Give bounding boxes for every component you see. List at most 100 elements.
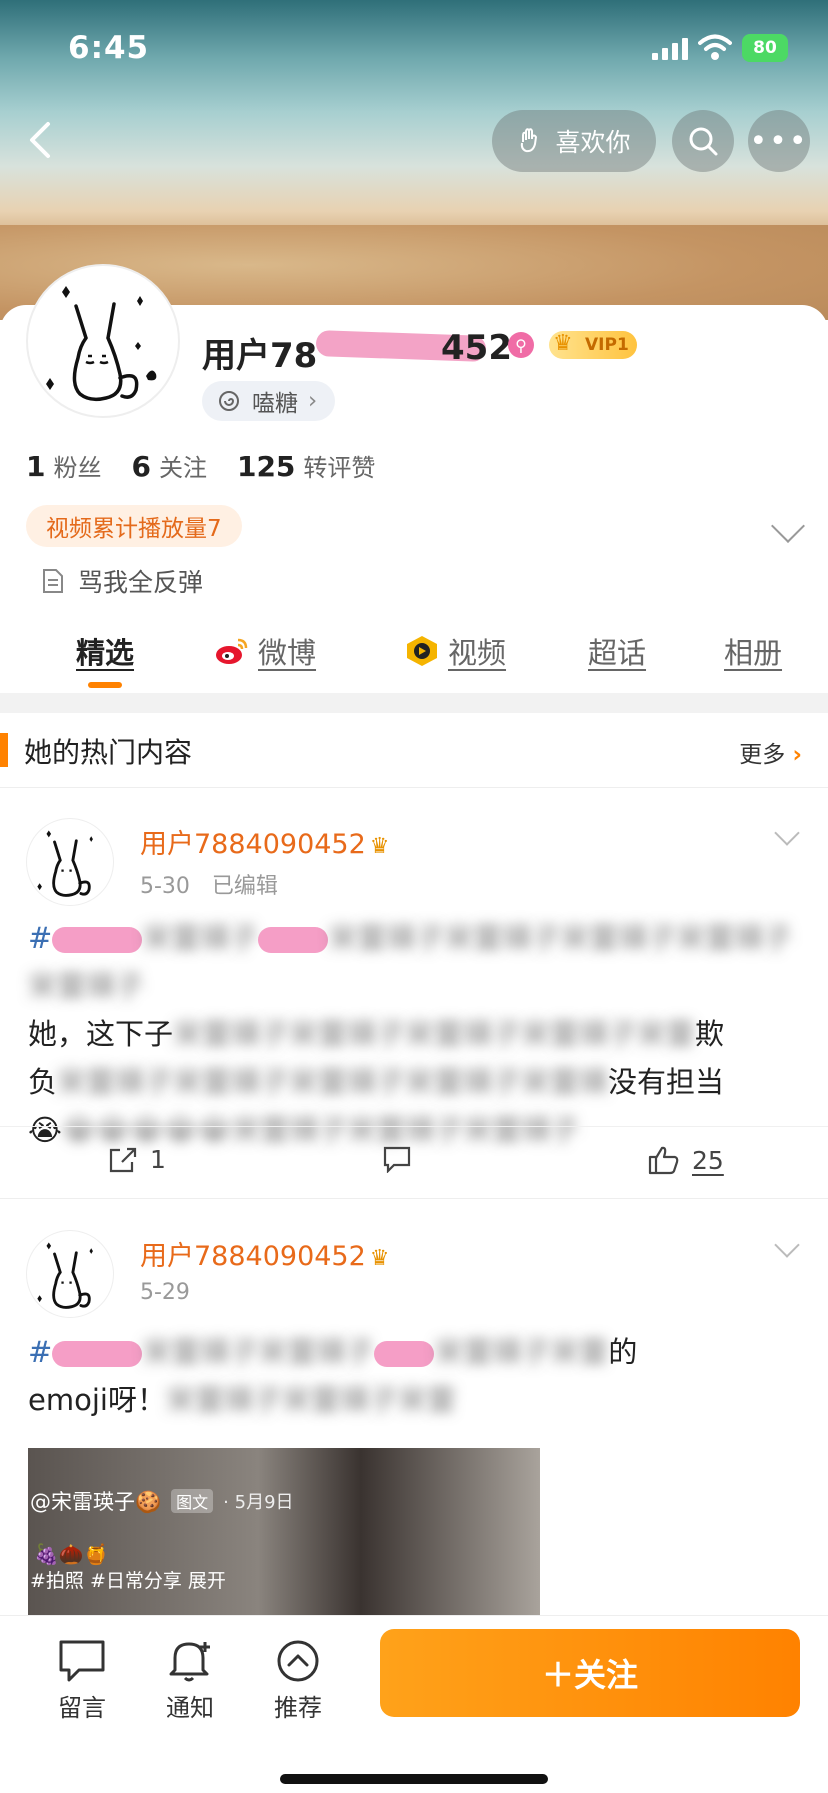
bottom-bar: 留言 通知 推荐 ＋关注: [0, 1615, 828, 1793]
back-icon[interactable]: [20, 118, 60, 162]
image-overlay-user: @宋雷瑛子🍪: [30, 1490, 162, 1514]
tab-weibo-label: 微博: [258, 636, 317, 670]
post-image[interactable]: @宋雷瑛子🍪 图文 · 5月9日 🍇🌰🍯 #拍照 #日常分享 展开: [28, 1448, 540, 1620]
document-icon: [43, 569, 63, 593]
post-text-line-2: 她，这下子宋雷瑛子宋雷瑛子宋雷瑛子宋雷瑛子宋雷欺: [28, 1017, 725, 1051]
post-author[interactable]: 用户7884090452 ♛: [140, 1234, 390, 1273]
lollipop-icon: [219, 391, 239, 411]
repost-count: 1: [150, 1145, 166, 1174]
stat-fans-label: 粉丝: [53, 454, 102, 482]
crown-icon: ♛: [369, 834, 390, 859]
message-icon: [59, 1640, 105, 1682]
chevron-right-icon: ›: [792, 742, 802, 768]
post-text[interactable]: # 宋雷瑛子宋雷瑛子 宋雷瑛子宋雷的 emoji呀！宋雷瑛子宋雷瑛子宋雷: [28, 1328, 798, 1424]
tab-album[interactable]: 相册: [724, 630, 782, 672]
post-actions: 1 25: [0, 1126, 828, 1197]
post-avatar[interactable]: [26, 818, 114, 906]
like-count: 25: [692, 1145, 724, 1175]
post-author-name: 用户7884090452: [140, 1241, 366, 1272]
post-divider: [0, 1198, 828, 1199]
image-overlay-tags: #拍照 #日常分享 展开: [30, 1570, 226, 1592]
follow-button[interactable]: ＋关注: [380, 1629, 800, 1717]
stat-following-count: 6: [131, 450, 151, 483]
comment-icon: [383, 1146, 411, 1173]
message-button[interactable]: 留言: [42, 1638, 122, 1723]
search-button[interactable]: [672, 110, 734, 172]
signal-icon: [652, 38, 688, 60]
hot-content-header: 她的热门内容 更多 ›: [0, 713, 828, 788]
magnifier-badge-icon[interactable]: ⚲: [508, 332, 534, 358]
vip-badge[interactable]: ♛ VIP1: [549, 331, 637, 359]
stat-fans-count: 1: [26, 450, 46, 483]
recommend-button[interactable]: 推荐: [258, 1638, 338, 1723]
profile-name-start: 用户78: [202, 336, 318, 376]
tab-video-label: 视频: [448, 636, 507, 670]
recommend-label: 推荐: [274, 1694, 322, 1722]
bell-plus-icon: [169, 1642, 210, 1682]
more-button[interactable]: •••: [748, 110, 810, 172]
more-link[interactable]: 更多 ›: [739, 735, 802, 769]
more-label: 更多: [739, 742, 786, 768]
thumbs-up-icon: [648, 1146, 679, 1175]
more-dots-icon: •••: [749, 123, 809, 159]
chevron-right-icon: ›: [308, 388, 318, 414]
tab-super-topic[interactable]: 超话: [588, 630, 646, 672]
tab-featured[interactable]: 精选: [76, 630, 134, 672]
share-icon: [109, 1147, 137, 1172]
crown-icon: ♛: [553, 331, 573, 356]
profile-tabs: 精选 微博 视频 超话 相册: [0, 622, 828, 690]
post-avatar[interactable]: [26, 1230, 114, 1318]
like-you-button[interactable]: 喜欢你: [492, 110, 656, 172]
search-icon: [689, 127, 718, 156]
home-indicator: [280, 1774, 548, 1784]
stat-following[interactable]: 6 关注: [131, 448, 206, 483]
post-text-line-1: # 宋雷瑛子宋雷瑛子 宋雷瑛子宋雷的: [28, 1335, 638, 1369]
profile-name-end: 452: [441, 328, 512, 368]
stat-fans[interactable]: 1 粉丝: [26, 448, 101, 483]
image-overlay-date: · 5月9日: [223, 1492, 294, 1513]
repost-button[interactable]: 1: [108, 1145, 166, 1174]
cat-drawing-icon: [46, 286, 157, 402]
crown-icon: ♛: [369, 1246, 390, 1271]
comment-button[interactable]: [382, 1145, 424, 1173]
post-text-line-1: # 宋雷瑛子 宋雷瑛子宋雷瑛子宋雷瑛子宋雷瑛子宋雷瑛子: [28, 921, 793, 1003]
profile-avatar[interactable]: [26, 264, 180, 418]
notify-button[interactable]: 通知: [150, 1638, 230, 1723]
stat-following-label: 关注: [158, 454, 207, 482]
active-tab-indicator: [88, 682, 122, 688]
tang-label: 嗑糖: [252, 391, 298, 417]
tab-weibo[interactable]: 微博: [214, 630, 316, 672]
stat-interactions-count: 125: [236, 450, 296, 483]
notify-label: 通知: [166, 1694, 214, 1722]
hand-icon: [521, 128, 538, 153]
stat-interactions-label: 转评赞: [303, 454, 376, 482]
image-overlay-header: @宋雷瑛子🍪 图文 · 5月9日: [30, 1486, 294, 1516]
like-you-label: 喜欢你: [555, 128, 631, 157]
hot-content-title: 她的热门内容: [24, 736, 193, 769]
post-meta: 5-30 已编辑: [140, 874, 278, 899]
section-separator: [0, 693, 828, 713]
tab-video[interactable]: 视频: [404, 630, 506, 672]
cat-drawing-icon: [37, 1242, 93, 1309]
post-text-line-2: emoji呀！宋雷瑛子宋雷瑛子宋雷: [28, 1383, 456, 1417]
post-text-line-3: 负宋雷瑛子宋雷瑛子宋雷瑛子宋雷瑛子宋雷瑛没有担当: [28, 1065, 725, 1099]
vip-label: VIP1: [585, 335, 629, 355]
video-play-icon: [407, 636, 437, 666]
stat-interactions[interactable]: 125 转评赞: [237, 448, 375, 483]
profile-bio: 骂我全反弹: [42, 563, 203, 599]
weibo-logo-icon: [216, 638, 248, 664]
message-label: 留言: [58, 1694, 106, 1722]
post-text[interactable]: # 宋雷瑛子 宋雷瑛子宋雷瑛子宋雷瑛子宋雷瑛子宋雷瑛子 她，这下子宋雷瑛子宋雷瑛子宋…: [28, 914, 798, 1154]
video-plays-badge[interactable]: 视频累计播放量7: [26, 505, 242, 547]
post-author-name: 用户7884090452: [140, 829, 366, 860]
profile-stats: 1 粉丝 6 关注 125 转评赞: [26, 448, 375, 483]
like-button[interactable]: 25: [648, 1145, 724, 1175]
image-overlay-emoji: 🍇🌰🍯: [34, 1542, 109, 1566]
section-accent-bar: [0, 733, 8, 767]
post-author[interactable]: 用户7884090452 ♛: [140, 822, 390, 861]
wifi-icon: [698, 34, 732, 60]
status-time: 6:45: [68, 30, 150, 66]
tang-button[interactable]: 嗑糖 ›: [202, 381, 336, 421]
status-bar: 6:45 80: [0, 0, 828, 100]
cat-drawing-icon: [37, 830, 93, 897]
